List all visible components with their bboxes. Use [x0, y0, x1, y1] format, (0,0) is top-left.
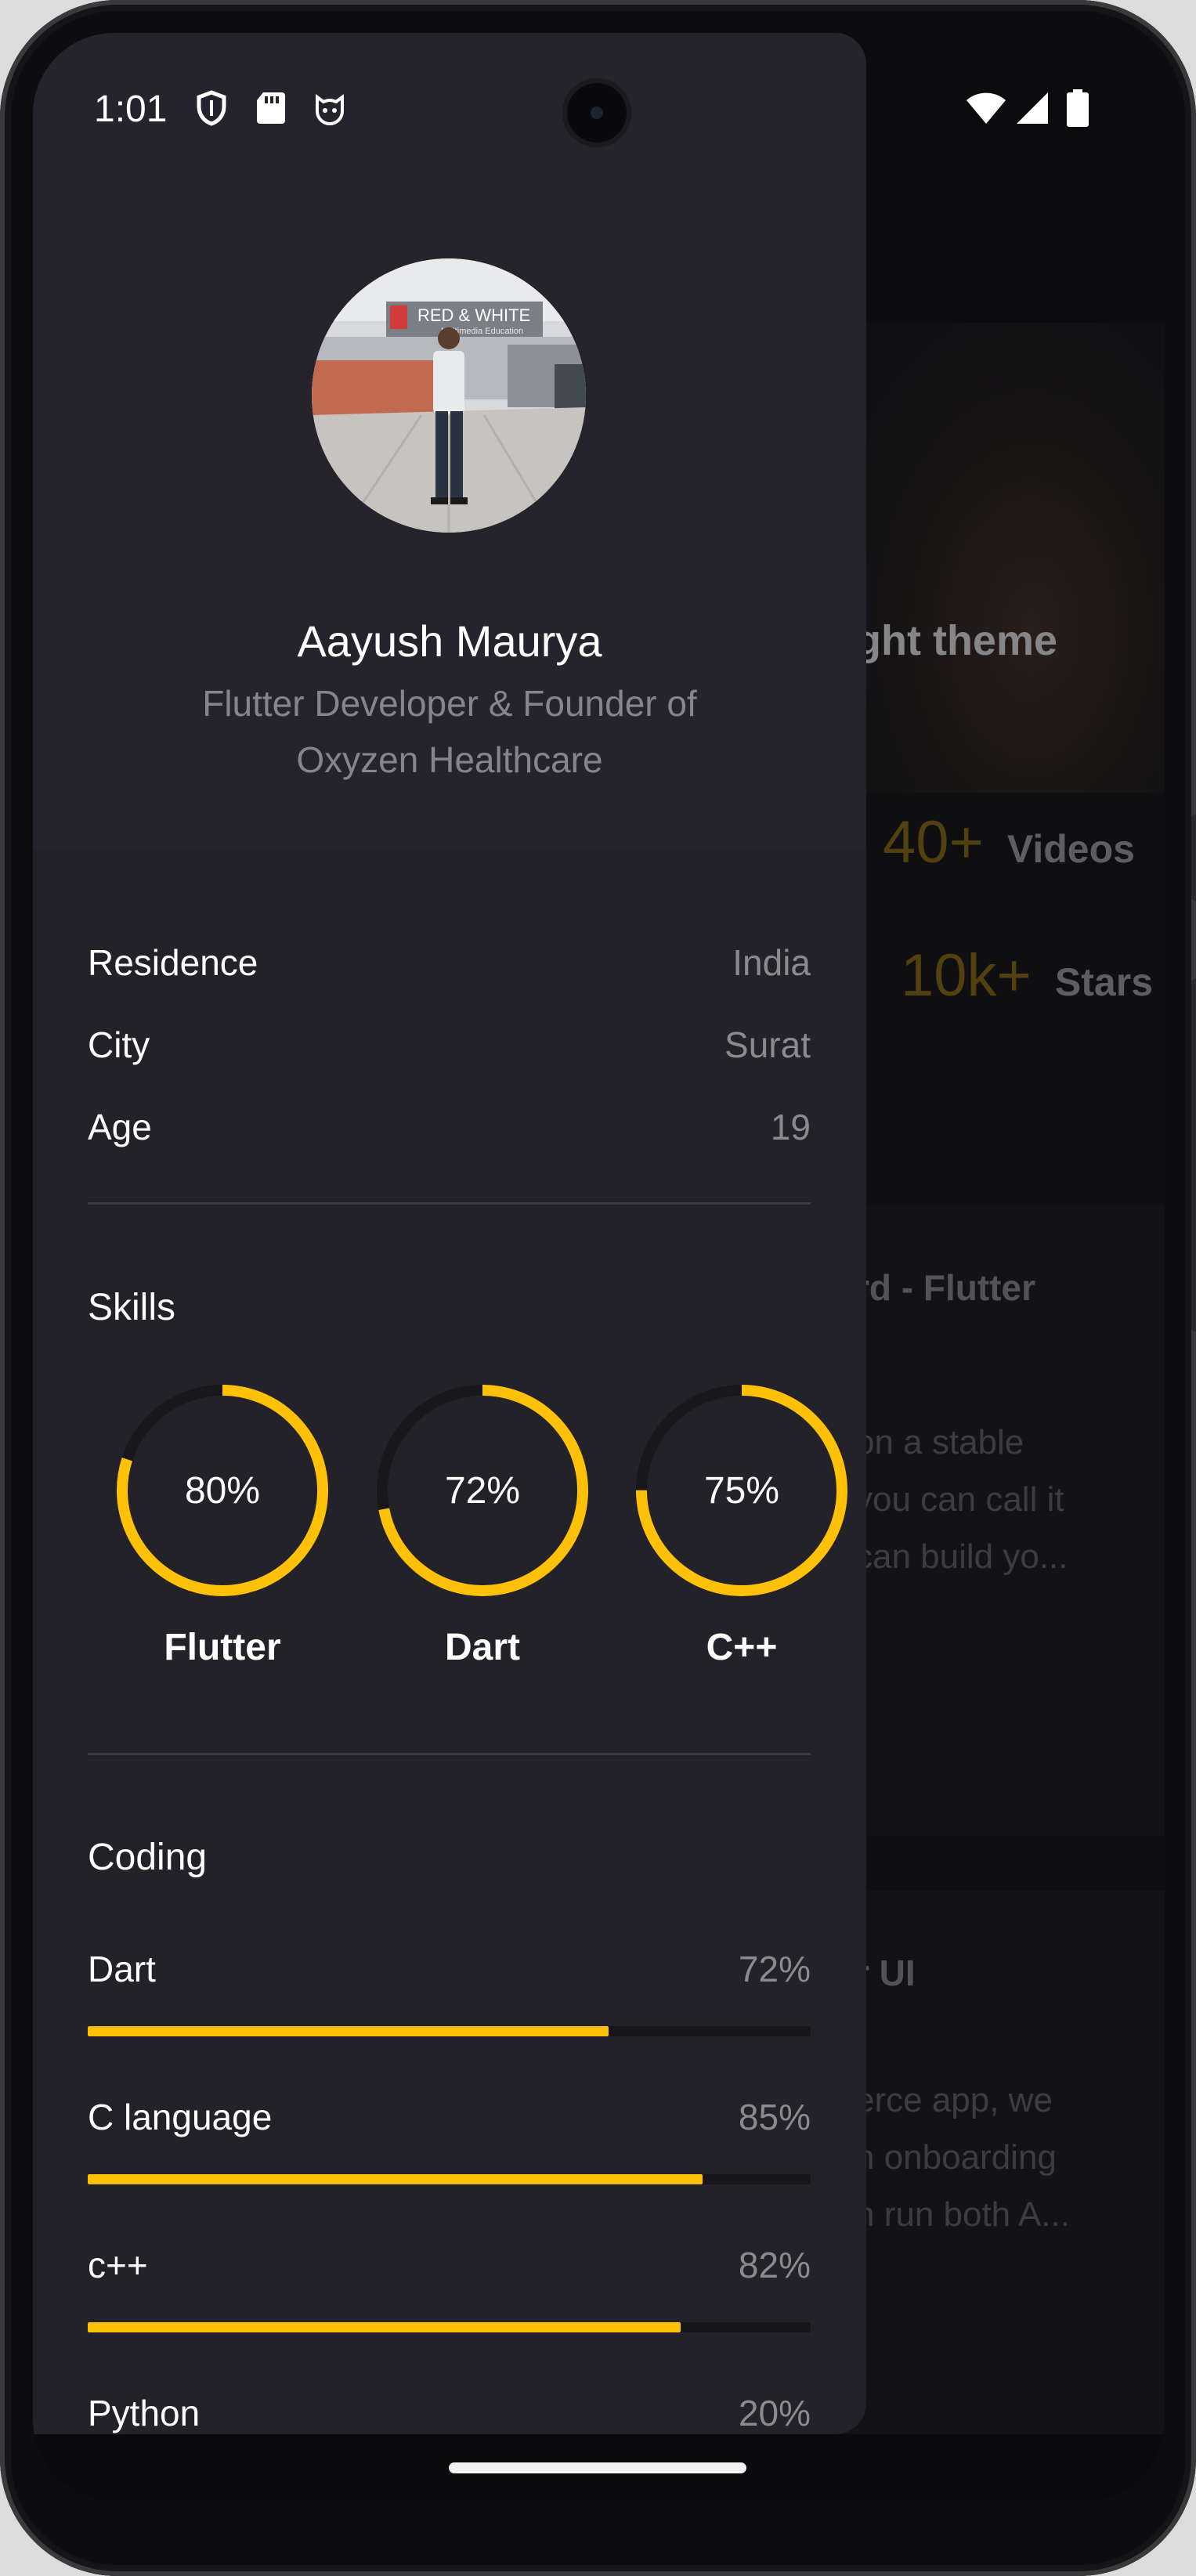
- signal-icon: [1017, 92, 1048, 124]
- shield-icon: [197, 90, 226, 126]
- status-time: 1:01: [94, 89, 168, 130]
- coding-title: Coding: [88, 1837, 208, 1878]
- info-row-age: Age 19: [88, 1106, 811, 1153]
- coding-percent: 85%: [738, 2097, 811, 2137]
- profile-subtitle-line: Oxyzen Healthcare: [296, 739, 603, 780]
- progress-track: [88, 2174, 811, 2184]
- info-value: India: [732, 942, 811, 983]
- status-bar: 1:01: [33, 33, 1165, 190]
- profile-name: Aayush Maurya: [297, 616, 602, 666]
- power-button: [1191, 815, 1196, 901]
- coding-label: C language: [88, 2097, 273, 2137]
- scrim[interactable]: [832, 33, 1165, 2501]
- cat-face-icon: [316, 94, 344, 125]
- skill-percent: 80%: [184, 1470, 261, 1512]
- progress-fill: [88, 2322, 681, 2332]
- skill-percent: 72%: [444, 1470, 521, 1512]
- coding-percent: 72%: [738, 1949, 811, 1989]
- skill-percent: 75%: [703, 1470, 780, 1512]
- wifi-icon: [967, 92, 1006, 124]
- info-label: Residence: [88, 942, 258, 983]
- volume-button: [1191, 979, 1196, 1331]
- divider: [88, 1202, 811, 1205]
- skill-name: Flutter: [164, 1627, 281, 1668]
- progress-track: [88, 2322, 811, 2332]
- coding-label: Dart: [88, 1949, 156, 1989]
- progress-fill: [88, 2026, 609, 2036]
- coding-percent: 20%: [738, 2393, 811, 2433]
- info-label: Age: [88, 1107, 152, 1147]
- profile-subtitle-line: Flutter Developer & Founder of: [202, 683, 697, 724]
- progress-track: [88, 2026, 811, 2036]
- home-gesture-handle[interactable]: [449, 2462, 746, 2473]
- progress-fill: [88, 2174, 703, 2184]
- coding-label: c++: [88, 2245, 148, 2285]
- info-value: 19: [770, 1107, 811, 1147]
- sd-card-icon: [257, 92, 285, 124]
- skill-name: Dart: [444, 1627, 521, 1668]
- battery-icon: [1067, 89, 1089, 127]
- front-camera: [562, 78, 631, 147]
- skill-name: C++: [706, 1627, 778, 1668]
- info-row-city: City Surat: [88, 1024, 811, 1071]
- screen: ght theme 40+ Videos 10k+ Stars rd - Flutt…: [33, 33, 1165, 2501]
- info-value: Surat: [724, 1024, 811, 1065]
- sign-text: RED & WHITE: [417, 305, 530, 325]
- coding-percent: 82%: [738, 2245, 811, 2285]
- navigation-drawer: RED & WHITE Multimedia Education Aayush …: [33, 33, 866, 2434]
- skills-title: Skills: [88, 1287, 176, 1328]
- profile-avatar[interactable]: RED & WHITE Multimedia Education: [312, 258, 586, 533]
- info-label: City: [88, 1024, 150, 1065]
- divider: [88, 1753, 811, 1755]
- profile-subtitle: Flutter Developer & Founder of Oxyzen He…: [158, 675, 741, 788]
- phone-frame: ght theme 40+ Videos 10k+ Stars rd - Flutt…: [0, 0, 1196, 2576]
- info-row-residence: Residence India: [88, 941, 811, 988]
- coding-label: Python: [88, 2393, 201, 2433]
- avatar-photo: RED & WHITE Multimedia Education: [312, 258, 586, 533]
